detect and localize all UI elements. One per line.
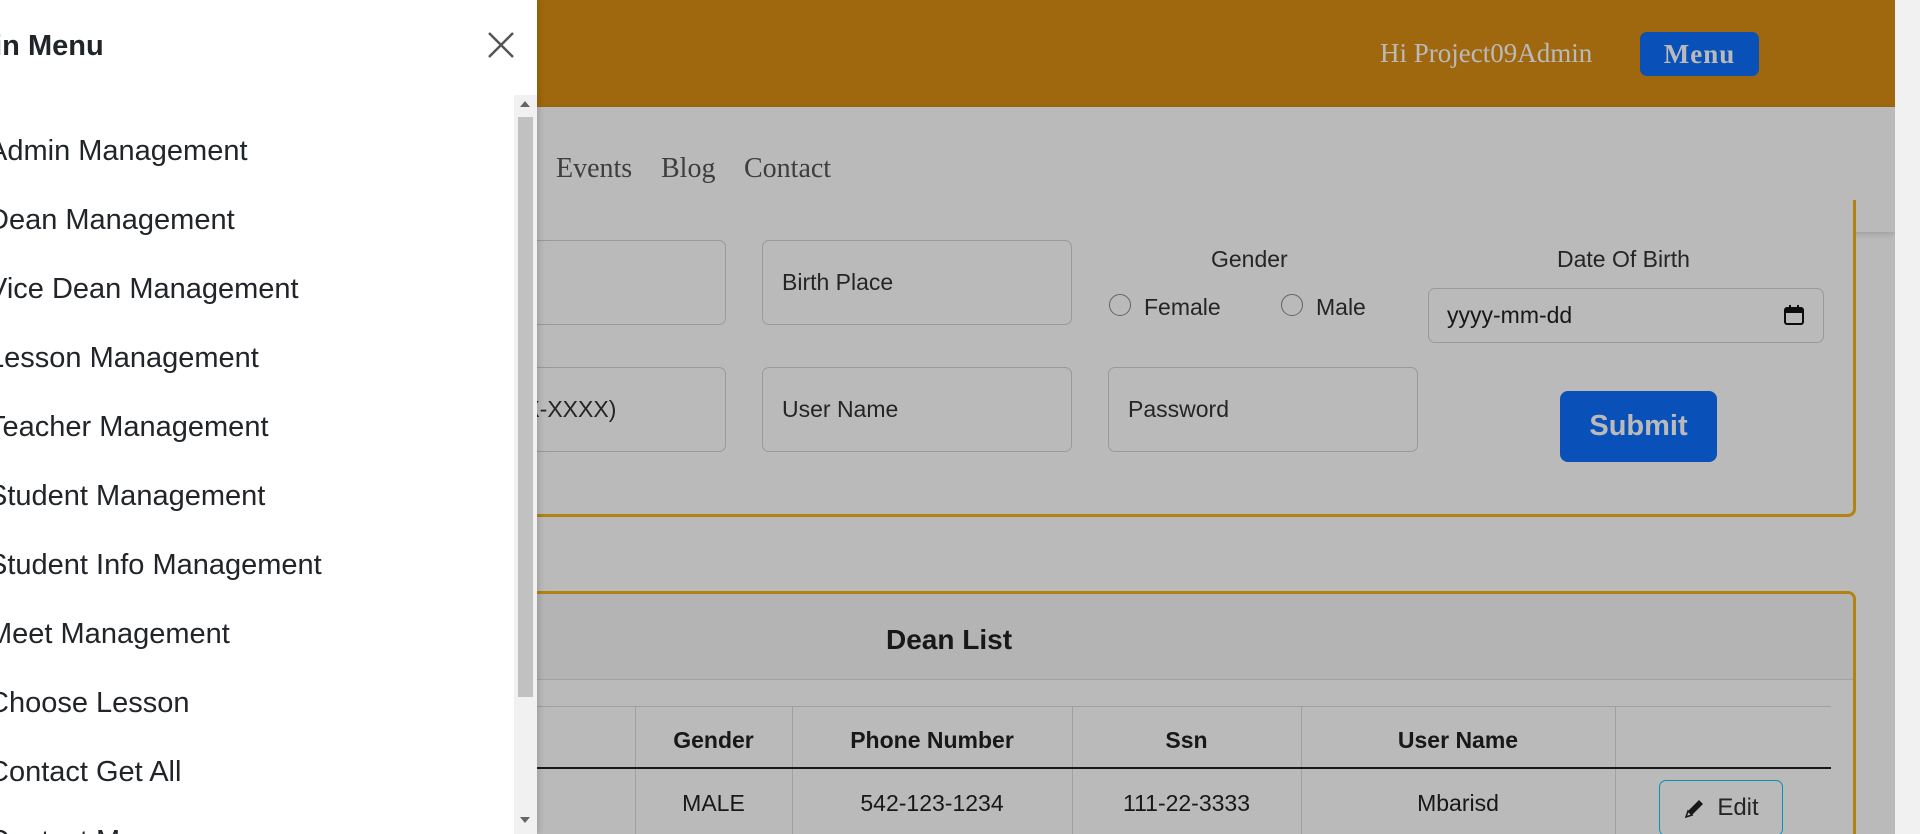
menu-item-dean-management[interactable]: Dean Management (0, 204, 235, 237)
menu-scrollbar[interactable] (514, 95, 537, 834)
menu-item-teacher-management[interactable]: Teacher Management (0, 411, 269, 444)
menu-item-contact-get-all[interactable]: Contact Get All (0, 756, 181, 789)
close-icon[interactable] (486, 30, 516, 60)
menu-item-admin-management[interactable]: Admin Management (0, 135, 248, 168)
page-scrollbar[interactable] (1895, 0, 1920, 834)
scroll-down-icon[interactable] (520, 817, 530, 823)
scrollbar-thumb[interactable] (518, 117, 533, 697)
main-menu-offcanvas: ain Menu Admin Management Dean Managemen… (0, 0, 537, 834)
menu-item-contact-message[interactable]: Contact Message (0, 825, 214, 834)
menu-item-meet-management[interactable]: Meet Management (0, 618, 230, 651)
offcanvas-title: ain Menu (0, 30, 104, 62)
menu-item-student-info-management[interactable]: Student Info Management (0, 549, 322, 582)
main-menu-list: Admin Management Dean Management Vice De… (0, 95, 514, 834)
menu-item-vice-dean-management[interactable]: Vice Dean Management (0, 273, 299, 306)
scroll-up-icon[interactable] (520, 101, 530, 107)
menu-item-student-management[interactable]: Student Management (0, 480, 265, 513)
menu-item-lesson-management[interactable]: Lesson Management (0, 342, 259, 375)
menu-item-choose-lesson[interactable]: Choose Lesson (0, 687, 190, 720)
